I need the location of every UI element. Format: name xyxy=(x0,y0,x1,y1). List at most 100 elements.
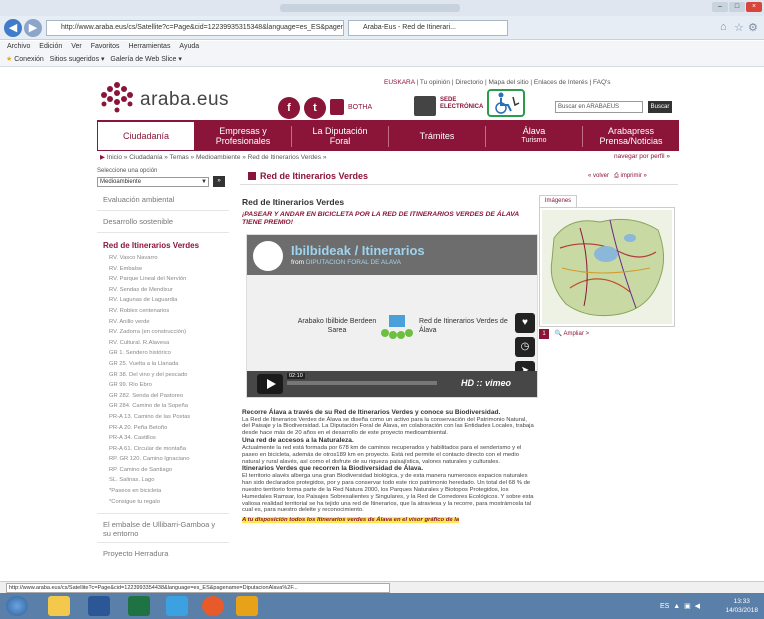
start-button[interactable] xyxy=(6,596,28,616)
sidebar-item-herradura[interactable]: Proyecto Herradura xyxy=(97,542,229,562)
sidebar-subitem[interactable]: GR 282. Senda del Pastoreo xyxy=(97,391,229,402)
volume-icon[interactable]: ◀ xyxy=(695,603,700,610)
facebook-icon[interactable]: f xyxy=(278,97,300,119)
clock[interactable]: 13:33 14/03/2018 xyxy=(725,597,758,615)
profile-nav-link[interactable]: navegar por perfil » xyxy=(614,153,670,160)
excel-app-icon[interactable] xyxy=(128,596,150,616)
botha-link[interactable]: BOTHA xyxy=(348,104,372,111)
sidebar-subitem[interactable]: RV. Lagunas de Laguardia xyxy=(97,295,229,306)
sidebar-subitem[interactable]: GR 38. Del vino y del pescado xyxy=(97,370,229,381)
sidebar-subitem[interactable]: PR-A 13. Camino de las Postas xyxy=(97,412,229,423)
enlarge-link[interactable]: Ampliar > xyxy=(564,331,590,337)
sidebar-item-evaluacion[interactable]: Evaluación ambiental xyxy=(97,189,229,211)
sidebar-subitem[interactable]: RP. Camino de Santiago xyxy=(97,465,229,476)
search-input[interactable]: Buscar en ARABAEUS xyxy=(555,101,643,113)
sidebar-subitem[interactable]: GR 284. Camino de la Sopeña xyxy=(97,401,229,412)
sidebar-subitem[interactable]: PR-A 34. Castillos xyxy=(97,433,229,444)
sidebar-subitem[interactable]: SL. Salinas. Lago xyxy=(97,475,229,486)
link-faqs[interactable]: FAQ's xyxy=(593,79,611,86)
map-image[interactable] xyxy=(539,207,675,327)
vimeo-brand[interactable]: HD :: vimeo xyxy=(461,378,511,388)
sidebar-item-ullibarri[interactable]: El embalse de Ullibarri-Gamboa y su ento… xyxy=(97,513,229,542)
sede-electronica-link[interactable]: SEDE ELECTRÓNICA xyxy=(440,97,483,111)
sede-electronica-icon[interactable] xyxy=(414,96,436,116)
crumb-temas[interactable]: Temas xyxy=(170,154,189,161)
fav-conexion[interactable]: Conexión xyxy=(14,56,44,63)
forward-button[interactable]: ▶ xyxy=(24,19,42,37)
sidebar-subitem[interactable]: RV. Vasco Navarro xyxy=(97,253,229,264)
sidebar-subitem[interactable]: RV. Cultural. R.Alavesa xyxy=(97,338,229,349)
crumb-inicio[interactable]: Inicio xyxy=(107,154,122,161)
select-go-button[interactable]: » xyxy=(213,176,225,187)
powerpoint-app-icon[interactable] xyxy=(236,596,258,616)
maximize-button[interactable]: □ xyxy=(729,2,745,12)
favorites-star-icon[interactable]: ☆ xyxy=(734,21,744,34)
link-euskara[interactable]: EUSKARA xyxy=(384,79,415,86)
print-icon[interactable]: ⎙ xyxy=(614,173,619,179)
link-mapa-sitio[interactable]: Mapa del sitio xyxy=(488,79,528,86)
word-app-icon[interactable] xyxy=(88,596,110,616)
explorer-app-icon[interactable] xyxy=(48,596,70,616)
sidebar-subitem[interactable]: PR-A 20. Peña Betoño xyxy=(97,423,229,434)
sidebar-item-desarrollo[interactable]: Desarrollo sostenible xyxy=(97,211,229,233)
video-player[interactable]: Ibilbideak / Itinerarios from DIPUTACION… xyxy=(246,234,538,398)
menu-archivo[interactable]: Archivo xyxy=(7,43,30,50)
fav-sitios-sugeridos[interactable]: Sitios sugeridos ▾ xyxy=(50,56,105,63)
sidebar-subitem[interactable]: RV. Anillo verde xyxy=(97,317,229,328)
map-index[interactable]: 1 xyxy=(539,329,549,339)
accessibility-icon[interactable] xyxy=(487,89,525,117)
topic-select[interactable]: Medioambiente ▼ xyxy=(97,177,209,187)
nav-empresas[interactable]: Empresas y Profesionales xyxy=(195,122,291,151)
sidebar-subitem[interactable]: GR 99. Río Ebro xyxy=(97,380,229,391)
watch-later-clock-icon[interactable]: ◷ xyxy=(515,337,535,357)
minimize-button[interactable]: – xyxy=(712,2,728,12)
nav-ciudadania[interactable]: Ciudadanía xyxy=(97,122,195,151)
images-tab[interactable]: Imágenes xyxy=(539,195,577,207)
video-from-source[interactable]: DIPUTACION FORAL DE ALAVA xyxy=(306,259,401,266)
back-link[interactable]: « volver xyxy=(588,173,609,179)
sidebar-subitem[interactable]: *Consigue tu regalo xyxy=(97,497,229,508)
address-input[interactable]: http://www.araba.eus/cs/Satellite?c=Page… xyxy=(46,20,344,36)
menu-ayuda[interactable]: Ayuda xyxy=(179,43,199,50)
twitter-icon[interactable]: t xyxy=(304,97,326,119)
like-heart-icon[interactable]: ♥ xyxy=(515,313,535,333)
botha-book-icon[interactable] xyxy=(330,99,344,115)
menu-herramientas[interactable]: Herramientas xyxy=(128,43,170,50)
back-button[interactable]: ◀ xyxy=(4,19,22,37)
fav-galeria[interactable]: Galería de Web Slice ▾ xyxy=(110,56,181,63)
video-title[interactable]: Ibilbideak / Itinerarios xyxy=(291,243,425,258)
nav-arabapress[interactable]: Arabapress Prensa/Noticias xyxy=(583,122,679,151)
sidebar-subitem[interactable]: RV. Robles centenarios xyxy=(97,306,229,317)
search-button[interactable]: Buscar xyxy=(648,101,672,113)
gear-icon[interactable]: ⚙ xyxy=(748,21,758,34)
sidebar-heading[interactable]: Red de Itinerarios Verdes xyxy=(97,233,229,253)
close-button[interactable]: × xyxy=(746,2,762,12)
sidebar-subitem[interactable]: GR 25. Vuelta a la Llanada xyxy=(97,359,229,370)
play-button[interactable] xyxy=(257,374,283,394)
sidebar-subitem[interactable]: RP. GR 120. Camino Ignaciano xyxy=(97,454,229,465)
nav-alava-turismo[interactable]: Álava Turismo xyxy=(486,122,582,151)
network-icon[interactable]: ▣ xyxy=(684,603,691,610)
highlight-link[interactable]: A tu disposición todos los Itinerarios v… xyxy=(242,517,460,524)
sidebar-subitem[interactable]: RV. Zadorra (en construcción) xyxy=(97,327,229,338)
link-directorio[interactable]: Directorio xyxy=(455,79,483,86)
menu-ver[interactable]: Ver xyxy=(71,43,82,50)
video-progress-bar[interactable] xyxy=(287,381,437,385)
ie-app-icon[interactable] xyxy=(166,596,188,616)
link-enlaces[interactable]: Enlaces de Interés xyxy=(534,79,588,86)
sidebar-subitem[interactable]: RV. Sendas de Mendixur xyxy=(97,285,229,296)
favorites-star-icon[interactable]: ★ xyxy=(6,56,12,63)
nav-tramites[interactable]: Trámites xyxy=(389,122,485,151)
sidebar-subitem[interactable]: RV. Parque Lineal del Nervión xyxy=(97,274,229,285)
menu-favoritos[interactable]: Favoritos xyxy=(91,43,120,50)
sidebar-subitem[interactable]: GR 1. Sendero histórico xyxy=(97,348,229,359)
araba-logo[interactable]: araba.eus xyxy=(98,80,248,114)
home-icon[interactable]: ⌂ xyxy=(720,21,727,33)
menu-edicion[interactable]: Edición xyxy=(39,43,62,50)
crumb-medioambiente[interactable]: Medioambiente xyxy=(196,154,240,161)
channel-avatar[interactable] xyxy=(253,241,283,271)
sidebar-subitem[interactable]: RV. Embalse xyxy=(97,264,229,275)
sidebar-subitem[interactable]: PR-A 61. Circular de montaña xyxy=(97,444,229,455)
nav-diputacion[interactable]: La Diputación Foral xyxy=(292,122,388,151)
link-tu-opinion[interactable]: Tu opinión xyxy=(420,79,450,86)
